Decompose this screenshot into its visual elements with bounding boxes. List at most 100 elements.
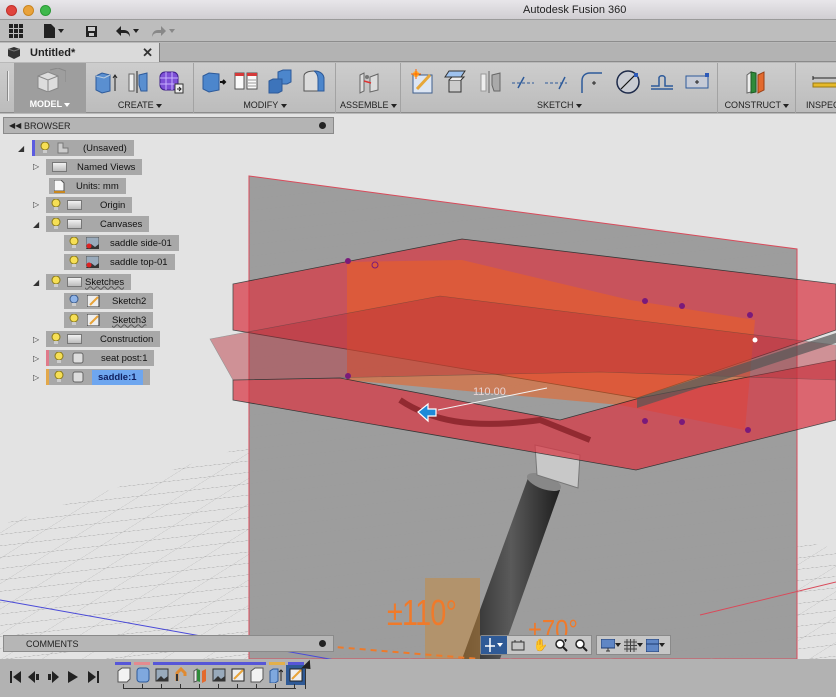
modify-label[interactable]: MODIFY — [243, 100, 278, 110]
step-forward-button[interactable] — [66, 670, 80, 684]
look-at-icon[interactable] — [511, 639, 525, 651]
collapse-triangle-icon[interactable]: ◢ — [33, 220, 39, 229]
joint-button[interactable] — [356, 69, 382, 95]
zoom-icon[interactable] — [555, 638, 568, 652]
timeline-feature-extrude-icon[interactable] — [269, 667, 283, 683]
file-menu-button[interactable] — [44, 23, 64, 39]
timeline-feature-plane-icon[interactable] — [193, 667, 207, 683]
go-to-end-button[interactable] — [86, 670, 100, 684]
display-settings-icon[interactable] — [600, 638, 615, 652]
lightbulb-icon[interactable] — [51, 218, 61, 230]
zoom-window-icon[interactable] — [575, 638, 588, 652]
apps-button[interactable] — [9, 23, 23, 39]
expand-triangle-icon[interactable]: ▷ — [33, 162, 39, 171]
tree-node-sketch[interactable]: Sketch2 — [64, 293, 154, 309]
chevron-down-icon[interactable] — [636, 643, 643, 647]
mirror-sketch-button[interactable] — [477, 69, 503, 95]
collapse-panel-icon[interactable]: ◀◀ — [9, 121, 21, 130]
circle-button[interactable] — [615, 69, 641, 95]
create-label[interactable]: CREATE — [118, 100, 154, 110]
viewports-icon[interactable] — [645, 638, 659, 652]
tree-node-units[interactable]: Units: mm — [49, 178, 126, 194]
redo-button[interactable] — [152, 23, 175, 39]
expand-triangle-icon[interactable]: ▷ — [33, 373, 39, 382]
tree-node-construction[interactable]: Construction — [46, 331, 161, 347]
lightbulb-icon[interactable] — [51, 199, 61, 211]
chevron-down-icon[interactable] — [658, 643, 665, 647]
extrude-button[interactable] — [93, 69, 119, 95]
sketch-label[interactable]: SKETCH — [537, 100, 574, 110]
expand-triangle-icon[interactable]: ▷ — [33, 335, 39, 344]
project-button[interactable] — [443, 69, 469, 95]
tree-node-saddle[interactable]: saddle:1 — [46, 369, 150, 385]
undo-button[interactable] — [116, 23, 139, 39]
workspace-switcher[interactable]: MODEL — [14, 63, 86, 113]
panel-options-icon[interactable] — [319, 640, 326, 647]
dimension-value[interactable]: 110.00 — [473, 386, 506, 398]
tree-node-sketch[interactable]: Sketch3 — [64, 312, 154, 328]
revolve-button[interactable] — [125, 69, 151, 95]
expand-triangle-icon[interactable]: ▷ — [33, 354, 39, 363]
construct-label[interactable]: CONSTRUCT — [725, 100, 781, 110]
browser-panel-header[interactable]: ◀◀ BROWSER — [3, 117, 334, 134]
lightbulb-icon[interactable] — [69, 256, 79, 268]
lightbulb-icon[interactable] — [40, 142, 50, 154]
form-button[interactable] — [158, 69, 184, 95]
timeline-feature-component-icon[interactable] — [136, 667, 150, 683]
tree-node-canvas[interactable]: saddle top-01 — [64, 254, 175, 270]
pan-hand-icon[interactable]: ✋ — [533, 638, 548, 652]
close-tab-button[interactable]: ✕ — [142, 45, 153, 61]
lightbulb-icon[interactable] — [54, 352, 64, 364]
offset-button[interactable] — [543, 69, 569, 95]
collapse-triangle-icon[interactable]: ◢ — [33, 278, 39, 287]
rectangle-button[interactable] — [684, 69, 710, 95]
inspect-label[interactable]: INSPECT — [806, 100, 836, 110]
expand-triangle-icon[interactable]: ▷ — [33, 200, 39, 209]
tree-node-sketches[interactable]: Sketches — [46, 274, 132, 290]
orbit-button[interactable] — [481, 636, 507, 654]
step-back-button[interactable] — [26, 670, 40, 684]
lightbulb-icon[interactable] — [54, 371, 64, 383]
tree-node-canvases[interactable]: Canvases — [46, 216, 150, 232]
3d-viewport[interactable]: 110.00 ±110° +70° — [0, 114, 836, 659]
spline-button[interactable] — [649, 69, 675, 95]
lightbulb-icon[interactable] — [69, 237, 79, 249]
minimize-window-button[interactable] — [23, 5, 34, 16]
tree-node-origin[interactable]: Origin — [46, 197, 133, 213]
fillet-sketch-button[interactable] — [578, 69, 604, 95]
timeline-feature-canvas-icon[interactable] — [212, 667, 226, 683]
offset-plane-button[interactable] — [743, 69, 769, 95]
save-button[interactable] — [86, 23, 97, 39]
ribbon-grip[interactable] — [7, 71, 9, 101]
measure-button[interactable] — [811, 69, 836, 95]
fillet-button[interactable] — [301, 69, 327, 95]
split-body-button[interactable] — [233, 69, 259, 95]
comments-panel-header[interactable]: COMMENTS — [3, 635, 334, 652]
assemble-label[interactable]: ASSEMBLE — [340, 100, 389, 110]
tree-node-canvas[interactable]: saddle side-01 — [64, 235, 179, 251]
collapse-triangle-icon[interactable]: ◢ — [18, 144, 24, 153]
press-pull-button[interactable] — [201, 69, 227, 95]
lightbulb-icon[interactable] — [69, 295, 79, 307]
timeline-feature-joint-icon[interactable] — [174, 667, 188, 683]
timeline-feature-body-icon[interactable] — [250, 667, 264, 683]
document-tab[interactable]: Untitled* ✕ — [0, 43, 160, 62]
tree-node-seat-post[interactable]: seat post:1 — [46, 350, 155, 366]
grid-settings-icon[interactable] — [623, 638, 637, 652]
lightbulb-icon[interactable] — [51, 276, 61, 288]
close-window-button[interactable] — [6, 5, 17, 16]
maximize-window-button[interactable] — [40, 5, 51, 16]
lightbulb-icon[interactable] — [51, 333, 61, 345]
timeline-feature-canvas-icon[interactable] — [155, 667, 169, 683]
play-button[interactable] — [46, 670, 60, 684]
panel-options-icon[interactable] — [319, 122, 326, 129]
timeline-feature-sketch-icon[interactable] — [231, 667, 245, 683]
combine-button[interactable] — [267, 69, 293, 95]
tree-node-named-views[interactable]: Named Views — [46, 159, 143, 175]
line-button[interactable] — [510, 69, 536, 95]
timeline-feature-body-icon[interactable] — [117, 667, 131, 683]
go-to-start-button[interactable] — [8, 670, 22, 684]
lightbulb-icon[interactable] — [69, 314, 79, 326]
chevron-down-icon[interactable] — [614, 643, 621, 647]
tree-node-root[interactable]: (Unsaved) — [32, 140, 134, 156]
